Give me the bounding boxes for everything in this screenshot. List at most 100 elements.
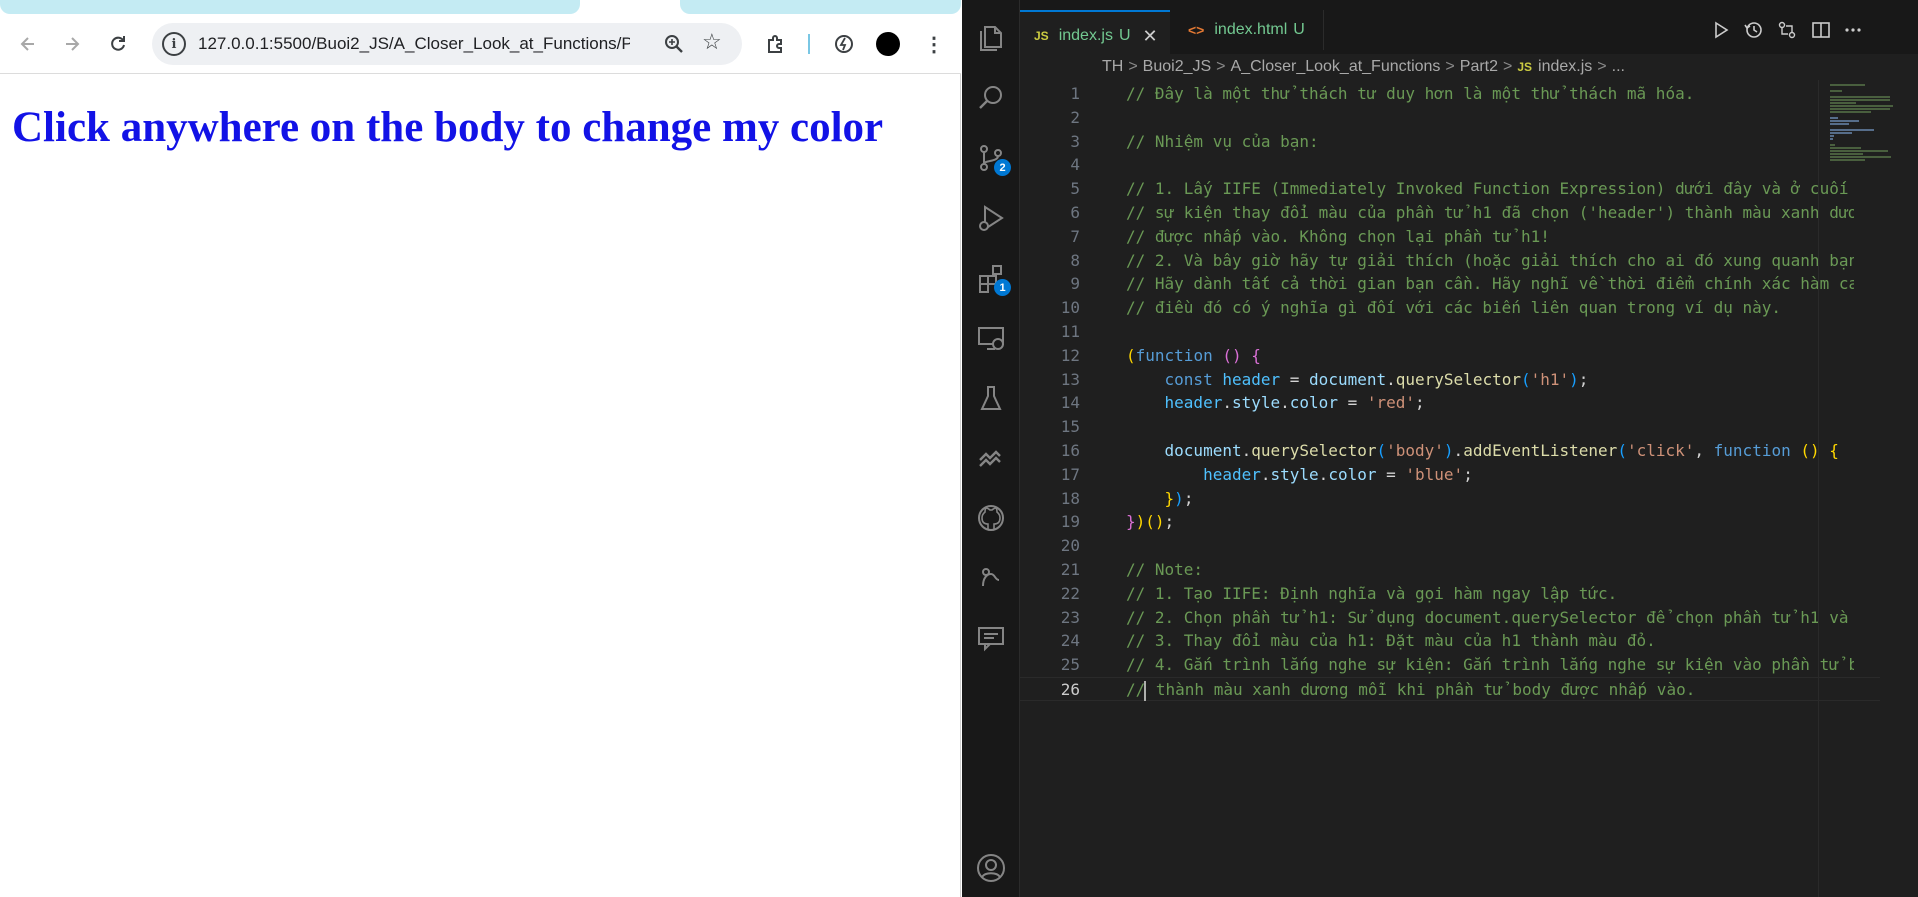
remote-explorer-icon[interactable] [975, 322, 1007, 354]
code-line[interactable]: 7 // được nhấp vào. Không chọn lại phần t… [1020, 225, 1880, 249]
code-line[interactable]: 15 [1020, 415, 1880, 439]
code-line[interactable]: 2 [1020, 106, 1880, 130]
code-token: ; [1164, 512, 1175, 532]
minimap[interactable] [1828, 80, 1908, 240]
breadcrumb-item[interactable]: ... [1612, 58, 1625, 76]
profile-avatar[interactable] [876, 32, 900, 56]
code-token: 'click' [1626, 441, 1695, 460]
site-info-icon[interactable]: i [162, 32, 186, 56]
code-line[interactable]: 21 // Note: [1020, 558, 1880, 582]
editor-tab-bar: JS index.js U ✕ <> index.html U [1020, 0, 1918, 60]
line-number: 26 [1060, 680, 1080, 699]
page-body[interactable]: Click anywhere on the body to change my … [0, 75, 961, 897]
reload-button[interactable] [104, 30, 132, 58]
github-icon[interactable] [975, 502, 1007, 534]
code-line[interactable]: 3 // Nhiệm vụ của bạn: [1020, 130, 1880, 154]
testing-flask-icon[interactable] [975, 382, 1007, 414]
line-number: 5 [1070, 179, 1080, 199]
source-control-icon[interactable]: 2 [975, 142, 1011, 176]
code-text: // thành màu xanh dương mỗi khi phần tử … [1126, 678, 1854, 702]
code-text: })(); [1126, 510, 1854, 534]
compare-changes-icon[interactable] [1776, 19, 1798, 41]
breadcrumb-item[interactable]: TH [1102, 58, 1123, 76]
performance-button[interactable] [830, 30, 858, 58]
minimap-line [1830, 153, 1863, 155]
breadcrumb-item[interactable]: index.js [1538, 58, 1592, 76]
code-line[interactable]: 20 [1020, 534, 1880, 558]
split-editor-icon[interactable] [1810, 19, 1832, 41]
breadcrumb-item[interactable]: A_Closer_Look_at_Functions [1231, 58, 1441, 76]
browser-tab[interactable] [680, 0, 961, 14]
code-text: // Hãy dành tất cả thời gian bạn cần. Hã… [1126, 272, 1854, 296]
code-line[interactable]: 26 // thành màu xanh dương mỗi khi phần t… [1020, 677, 1880, 701]
line-number: 13 [1060, 369, 1080, 389]
back-button[interactable] [14, 30, 42, 58]
code-line[interactable]: 25 // 4. Gắn trình lắng nghe sự kiện: Gắn… [1020, 653, 1880, 677]
code-line[interactable]: 9 // Hãy dành tất cả thời gian bạn cần. H… [1020, 272, 1880, 296]
breadcrumb-separator: > [1597, 58, 1607, 75]
code-line[interactable]: 19})(); [1020, 510, 1880, 534]
run-debug-icon[interactable] [975, 202, 1007, 234]
code-line[interactable]: 8 // 2. Và bây giờ hãy tự giải thích (hoặ… [1020, 249, 1880, 273]
timeline-icon[interactable] [975, 562, 1007, 594]
code-token: // 4. Gắn trình lắng nghe sự kiện: Gắn t… [1126, 655, 1854, 675]
breadcrumb-item[interactable]: Part2 [1460, 58, 1498, 76]
tab-label: index.html [1214, 21, 1288, 38]
code-token: . [1386, 369, 1396, 389]
code-line[interactable]: 11 [1020, 320, 1880, 344]
code-line[interactable]: 16 document.querySelector('body').addEve… [1020, 439, 1880, 463]
line-number: 18 [1060, 488, 1080, 508]
source-control-badge: 2 [994, 159, 1011, 176]
run-code-icon[interactable] [1710, 19, 1732, 41]
minimap-line [1830, 111, 1871, 113]
breadcrumb-item[interactable]: Buoi2_JS [1143, 58, 1212, 76]
account-icon[interactable] [975, 852, 1007, 884]
explorer-icon[interactable] [975, 22, 1007, 54]
code-line[interactable]: 22 // 1. Tạo IIFE: Định nghĩa và gọi hàm … [1020, 582, 1880, 606]
browser-tab[interactable] [0, 0, 580, 14]
live-server-icon[interactable] [975, 442, 1007, 474]
code-line[interactable]: 4 [1020, 153, 1880, 177]
extensions-badge: 1 [994, 279, 1011, 296]
timeline-history-icon[interactable] [1742, 19, 1764, 41]
address-bar[interactable]: i 127.0.0.1:5500/Buoi2_JS/A_Closer_Look_… [152, 23, 742, 65]
code-line[interactable]: 10 // điều đó có ý nghĩa gì đối với các b… [1020, 296, 1880, 320]
code-line[interactable]: 12 (function () { [1020, 344, 1880, 368]
minimap-line [1830, 159, 1866, 161]
minimap-line [1830, 108, 1890, 110]
line-number: 21 [1060, 560, 1080, 579]
bookmark-star-icon[interactable]: ☆ [702, 29, 722, 55]
code-line[interactable]: 1 // Đây là một thử thách tư duy hơn là m… [1020, 82, 1880, 106]
code-line[interactable]: 5 // 1. Lấy IIFE (Immediately Invoked Fun… [1020, 177, 1880, 201]
url-text[interactable]: 127.0.0.1:5500/Buoi2_JS/A_Closer_Look_at… [198, 34, 630, 54]
code-line[interactable]: 17 header.style.color = 'blue'; [1020, 463, 1880, 487]
menu-kebab-icon[interactable]: ⋮ [920, 30, 948, 58]
minimap-line [1830, 132, 1852, 134]
code-line[interactable]: 24 // 3. Thay đổi màu của h1: Đặt màu của… [1020, 629, 1880, 653]
code-text: const header = document.querySelector('h… [1126, 368, 1854, 392]
zoom-icon[interactable] [662, 32, 686, 56]
extensions-button[interactable] [762, 30, 790, 58]
code-line[interactable]: 23 // 2. Chọn phần tử h1: Sử dụng documen… [1020, 606, 1880, 630]
code-token: addEventListener [1463, 441, 1618, 460]
search-icon[interactable] [975, 82, 1007, 114]
code-text: (function () { [1126, 344, 1854, 368]
chat-icon[interactable] [975, 622, 1007, 654]
more-actions-icon[interactable] [1842, 19, 1864, 41]
code-editor[interactable]: 1 // Đây là một thử thách tư duy hơn là m… [1020, 80, 1918, 897]
forward-button[interactable] [58, 30, 86, 58]
tab-index-html[interactable]: <> index.html U [1174, 10, 1324, 50]
extensions-icon[interactable]: 1 [975, 262, 1011, 296]
code-token: = [1337, 393, 1367, 413]
code-line[interactable]: 18 }); [1020, 487, 1880, 511]
code-line[interactable]: 13 const header = document.querySelector… [1020, 368, 1880, 392]
code-token: = [1376, 464, 1406, 484]
close-icon[interactable]: ✕ [1143, 26, 1158, 47]
code-line[interactable]: 14 header.style.color = 'red'; [1020, 391, 1880, 415]
code-token: document [1164, 441, 1242, 460]
tab-index-js[interactable]: JS index.js U ✕ [1020, 10, 1170, 60]
code-token: ; [1578, 369, 1589, 389]
code-line[interactable]: 6 // sự kiện thay đổi màu của phần tử h1 … [1020, 201, 1880, 225]
